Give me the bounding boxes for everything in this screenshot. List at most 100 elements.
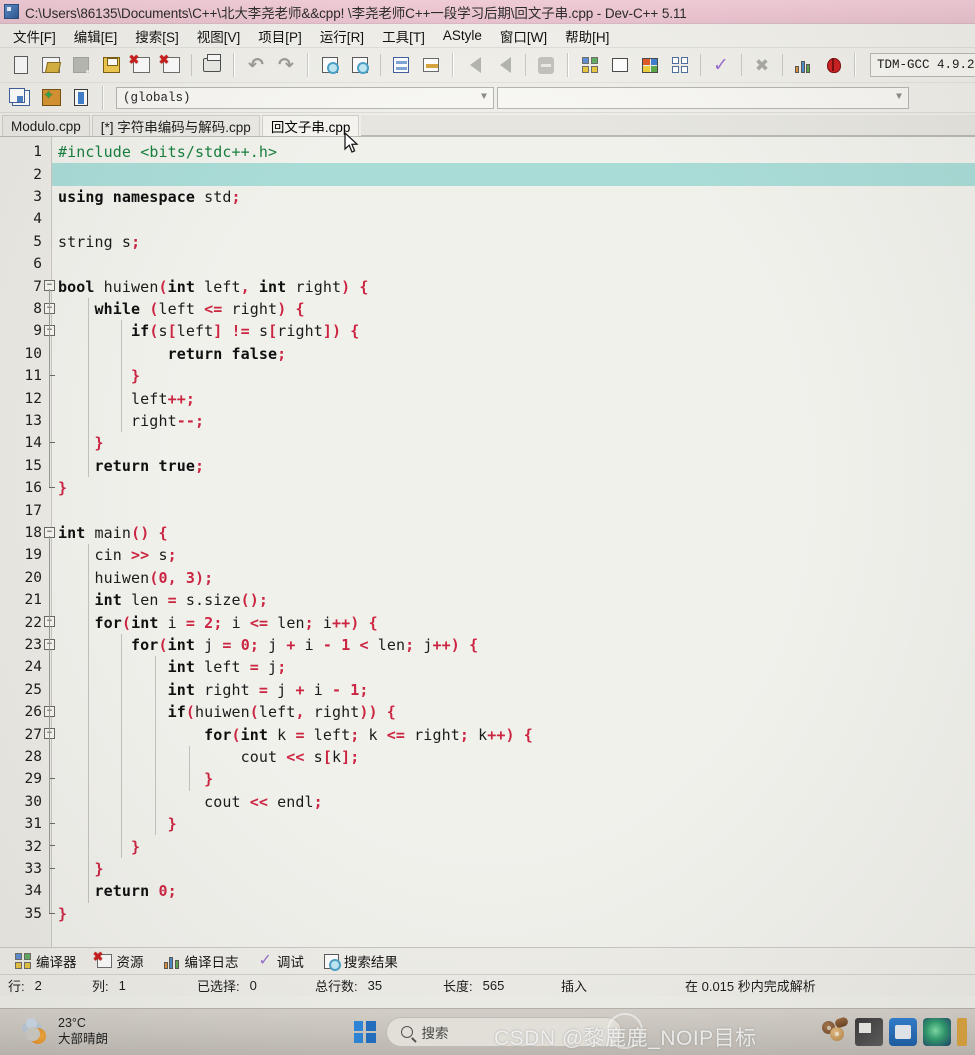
- toolbar-separator: [102, 85, 104, 110]
- indent-icon[interactable]: [418, 52, 444, 78]
- editor-tab-encoding[interactable]: [*] 字符串编码与解码.cpp: [91, 115, 260, 136]
- profile-icon[interactable]: [790, 52, 816, 78]
- code-line[interactable]: 26− if(huiwen(left, right)) {: [0, 701, 975, 723]
- code-line[interactable]: 9− if(s[left] != s[right]) {: [0, 320, 975, 342]
- code-line[interactable]: 8− while (left <= right) {: [0, 298, 975, 320]
- find-icon[interactable]: [317, 52, 343, 78]
- panel-tab-search-results[interactable]: 搜索结果: [317, 949, 405, 973]
- status-row-label: 行:: [8, 979, 25, 994]
- code-line[interactable]: 33 }: [0, 858, 975, 880]
- code-text: left++;: [58, 389, 195, 408]
- donuts-icon[interactable]: [821, 1016, 850, 1046]
- code-line[interactable]: 12 left++;: [0, 387, 975, 409]
- scope-combo[interactable]: (globals) ▼: [116, 86, 494, 109]
- code-line[interactable]: 11 }: [0, 365, 975, 387]
- bug-icon[interactable]: [820, 52, 846, 78]
- menu-item-window[interactable]: 窗口[W]: [491, 24, 556, 48]
- save-icon[interactable]: [98, 52, 124, 78]
- code-line[interactable]: 1 #include <bits/stdc++.h>: [0, 141, 975, 163]
- menu-item-view[interactable]: 视图[V]: [188, 24, 250, 48]
- store-icon[interactable]: [889, 1018, 917, 1046]
- editor-tab-modulo[interactable]: Modulo.cpp: [2, 115, 90, 136]
- code-line[interactable]: 25 int right = j + i - 1;: [0, 679, 975, 701]
- status-sel-value: 0: [249, 978, 257, 993]
- scope-combo-value: (globals): [123, 90, 191, 105]
- weather-widget[interactable]: 23°C 大部晴朗: [22, 1016, 108, 1047]
- code-line[interactable]: 31 }: [0, 813, 975, 835]
- close-all-icon[interactable]: [158, 52, 184, 78]
- compiler-set-combo[interactable]: TDM-GCC 4.9.2 64-bit R: [870, 53, 975, 77]
- code-line[interactable]: 22− for(int i = 2; i <= len; i++) {: [0, 611, 975, 633]
- gray-page-icon[interactable]: [68, 52, 94, 78]
- code-line[interactable]: 14 }: [0, 432, 975, 454]
- menu-item-help[interactable]: 帮助[H]: [556, 24, 618, 48]
- run-icon[interactable]: [607, 52, 633, 78]
- menu-item-astyle[interactable]: AStyle: [434, 26, 491, 45]
- new-project-icon[interactable]: [8, 85, 34, 111]
- panel-tab-log[interactable]: 编译日志: [157, 949, 246, 973]
- new-file-icon[interactable]: [8, 52, 34, 78]
- code-line[interactable]: 24 int left = j;: [0, 656, 975, 678]
- menu-item-search[interactable]: 搜索[S]: [126, 24, 188, 48]
- toggle-panel-icon[interactable]: [533, 52, 559, 78]
- line-number: 7: [33, 278, 42, 295]
- menu-item-edit[interactable]: 编辑[E]: [65, 24, 127, 48]
- open-file-icon[interactable]: [38, 52, 64, 78]
- code-line[interactable]: 5 string s;: [0, 231, 975, 253]
- undo-icon[interactable]: ↶: [243, 52, 269, 78]
- fold-connector-line: [49, 737, 50, 779]
- powerpoint-icon[interactable]: [855, 1018, 883, 1046]
- status-len-value: 565: [482, 978, 505, 993]
- windows-logo-icon[interactable]: [353, 1021, 376, 1043]
- code-line[interactable]: 6: [0, 253, 975, 275]
- code-line[interactable]: 4: [0, 208, 975, 230]
- code-line[interactable]: 3 using namespace std;: [0, 186, 975, 208]
- code-line[interactable]: 15 return true;: [0, 455, 975, 477]
- code-line[interactable]: 34 return 0;: [0, 880, 975, 902]
- panel-tab-compiler[interactable]: 编译器: [8, 949, 84, 973]
- code-line[interactable]: 17: [0, 499, 975, 521]
- code-line[interactable]: 16}: [0, 477, 975, 499]
- compile-icon[interactable]: [577, 52, 603, 78]
- project-manager-icon[interactable]: [68, 85, 94, 111]
- status-parse-message: 在 0.015 秒内完成解析: [685, 979, 816, 994]
- panel-tab-label: 资源: [116, 955, 144, 970]
- goto-line-icon[interactable]: [388, 52, 414, 78]
- debug-icon: ✓: [258, 952, 272, 969]
- code-line[interactable]: 7− bool huiwen(int left, int right) {: [0, 275, 975, 297]
- code-line[interactable]: 28 cout << s[k];: [0, 746, 975, 768]
- menu-item-file[interactable]: 文件[F]: [4, 24, 65, 48]
- rebuild-icon[interactable]: [667, 52, 693, 78]
- code-line[interactable]: 18− int main() {: [0, 522, 975, 544]
- close-file-icon[interactable]: [128, 52, 154, 78]
- code-line[interactable]: 35}: [0, 903, 975, 925]
- open-project-icon[interactable]: [38, 85, 64, 111]
- code-line[interactable]: 19 cin >> s;: [0, 544, 975, 566]
- photos-icon[interactable]: [923, 1018, 951, 1046]
- code-line[interactable]: 29 }: [0, 768, 975, 790]
- stop-icon[interactable]: ✖: [749, 52, 775, 78]
- code-line[interactable]: 13 right--;: [0, 410, 975, 432]
- print-icon[interactable]: [199, 52, 225, 78]
- back-icon[interactable]: [462, 52, 488, 78]
- menu-item-run[interactable]: 运行[R]: [311, 24, 373, 48]
- panel-tab-resource[interactable]: 资源: [90, 949, 151, 973]
- redo-icon[interactable]: ↷: [273, 52, 299, 78]
- code-line[interactable]: 20 huiwen(0, 3);: [0, 567, 975, 589]
- menu-item-project[interactable]: 项目[P]: [249, 24, 311, 48]
- find-next-icon[interactable]: [347, 52, 373, 78]
- code-editor[interactable]: 1 #include <bits/stdc++.h> 2 3 using namespa…: [0, 137, 975, 947]
- code-line[interactable]: 10 return false;: [0, 343, 975, 365]
- debug-check-icon[interactable]: ✓: [708, 52, 734, 78]
- panel-tab-debug[interactable]: ✓ 调试: [252, 949, 311, 973]
- forward-icon[interactable]: [492, 52, 518, 78]
- member-combo[interactable]: ▼: [497, 86, 909, 109]
- code-line[interactable]: 30 cout << endl;: [0, 791, 975, 813]
- code-line[interactable]: 27− for(int k = left; k <= right; k++) {: [0, 723, 975, 745]
- code-line[interactable]: 21 int len = s.size();: [0, 589, 975, 611]
- compile-run-icon[interactable]: [637, 52, 663, 78]
- edge-icon[interactable]: [957, 1018, 967, 1046]
- code-line[interactable]: 32 }: [0, 835, 975, 857]
- code-line[interactable]: 23− for(int j = 0; j + i - 1 < len; j++)…: [0, 634, 975, 656]
- menu-item-tools[interactable]: 工具[T]: [373, 24, 434, 48]
